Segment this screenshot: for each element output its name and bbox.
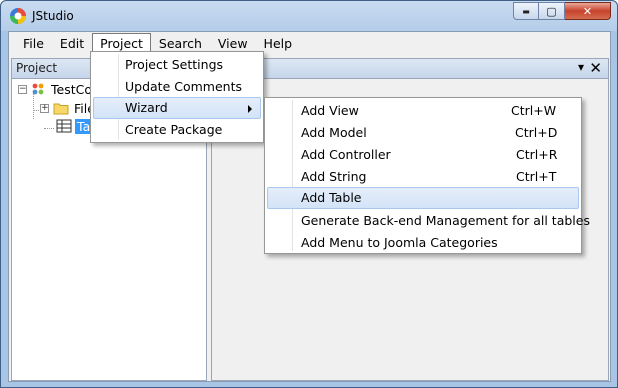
menu-item-label: Add String — [301, 169, 367, 184]
menu-item-label: Create Package — [125, 122, 223, 137]
menu-item-label: Wizard — [125, 100, 168, 115]
menu-item-shortcut: Ctrl+W — [511, 103, 557, 118]
folder-icon — [53, 103, 69, 115]
close-button[interactable]: ✕ — [565, 2, 611, 20]
menu-item-add-view[interactable]: Add View Ctrl+W — [267, 100, 579, 122]
menu-item-label: Add Table — [301, 190, 362, 205]
menu-item-label: Add Controller — [301, 147, 391, 162]
menu-item-label: Add Menu to Joomla Categories — [301, 235, 498, 250]
menu-item-generate-backend[interactable]: Generate Back-end Management for all tab… — [267, 210, 590, 232]
expand-icon[interactable]: + — [40, 103, 49, 113]
project-menu: Project Settings Update Comments Wizard … — [90, 51, 264, 143]
close-icon: ✕ — [582, 4, 593, 18]
menu-item-add-menu-joomla[interactable]: Add Menu to Joomla Categories — [267, 232, 579, 254]
menu-item-shortcut: Ctrl+T — [516, 169, 557, 184]
menu-item-label: Add View — [301, 103, 359, 118]
maximize-icon: ▢ — [546, 4, 557, 18]
tree-line — [44, 128, 54, 129]
wizard-submenu: Add View Ctrl+W Add Model Ctrl+D Add Con… — [264, 97, 590, 254]
submenu-arrow-icon — [248, 105, 252, 113]
menu-file[interactable]: File — [15, 33, 52, 55]
menu-edit[interactable]: Edit — [52, 33, 92, 55]
table-icon — [56, 119, 72, 133]
menu-item-add-string[interactable]: Add String Ctrl+T — [267, 166, 579, 188]
collapse-icon[interactable]: − — [18, 84, 27, 94]
menu-item-create-package[interactable]: Create Package — [93, 119, 261, 141]
menu-item-add-table[interactable]: Add Table — [267, 187, 579, 209]
window-title: JStudio — [32, 9, 74, 23]
minimize-button[interactable]: ▬ — [513, 2, 539, 20]
tree-item-label: TestCo — [51, 81, 92, 97]
jstudio-logo-icon — [10, 8, 26, 24]
dropdown-icon[interactable]: ▾ — [578, 60, 584, 74]
menu-item-add-controller[interactable]: Add Controller Ctrl+R — [267, 144, 579, 166]
tree-item-files[interactable]: + File — [40, 99, 97, 117]
editor-panel-header: ▾ ✕ — [212, 59, 608, 79]
menu-item-label: Generate Back-end Management for all tab… — [301, 213, 590, 228]
menu-item-label: Add Model — [301, 125, 367, 140]
maximize-button[interactable]: ▢ — [539, 2, 565, 20]
joomla-icon — [32, 83, 44, 95]
menu-item-update-comments[interactable]: Update Comments — [93, 76, 261, 98]
tree-item-root[interactable]: − TestCo — [18, 80, 94, 98]
menu-item-add-model[interactable]: Add Model Ctrl+D — [267, 122, 579, 144]
menu-item-label: Project Settings — [125, 57, 224, 72]
menu-item-label: Update Comments — [125, 79, 242, 94]
menu-item-wizard[interactable]: Wizard — [93, 97, 261, 119]
menu-item-shortcut: Ctrl+R — [516, 147, 558, 162]
title-bar[interactable]: JStudio ▬ ▢ ✕ — [1, 1, 617, 31]
close-panel-icon[interactable]: ✕ — [589, 59, 602, 77]
menu-item-shortcut: Ctrl+D — [515, 125, 558, 140]
minimize-icon: ▬ — [522, 6, 530, 16]
menu-item-project-settings[interactable]: Project Settings — [93, 54, 261, 76]
